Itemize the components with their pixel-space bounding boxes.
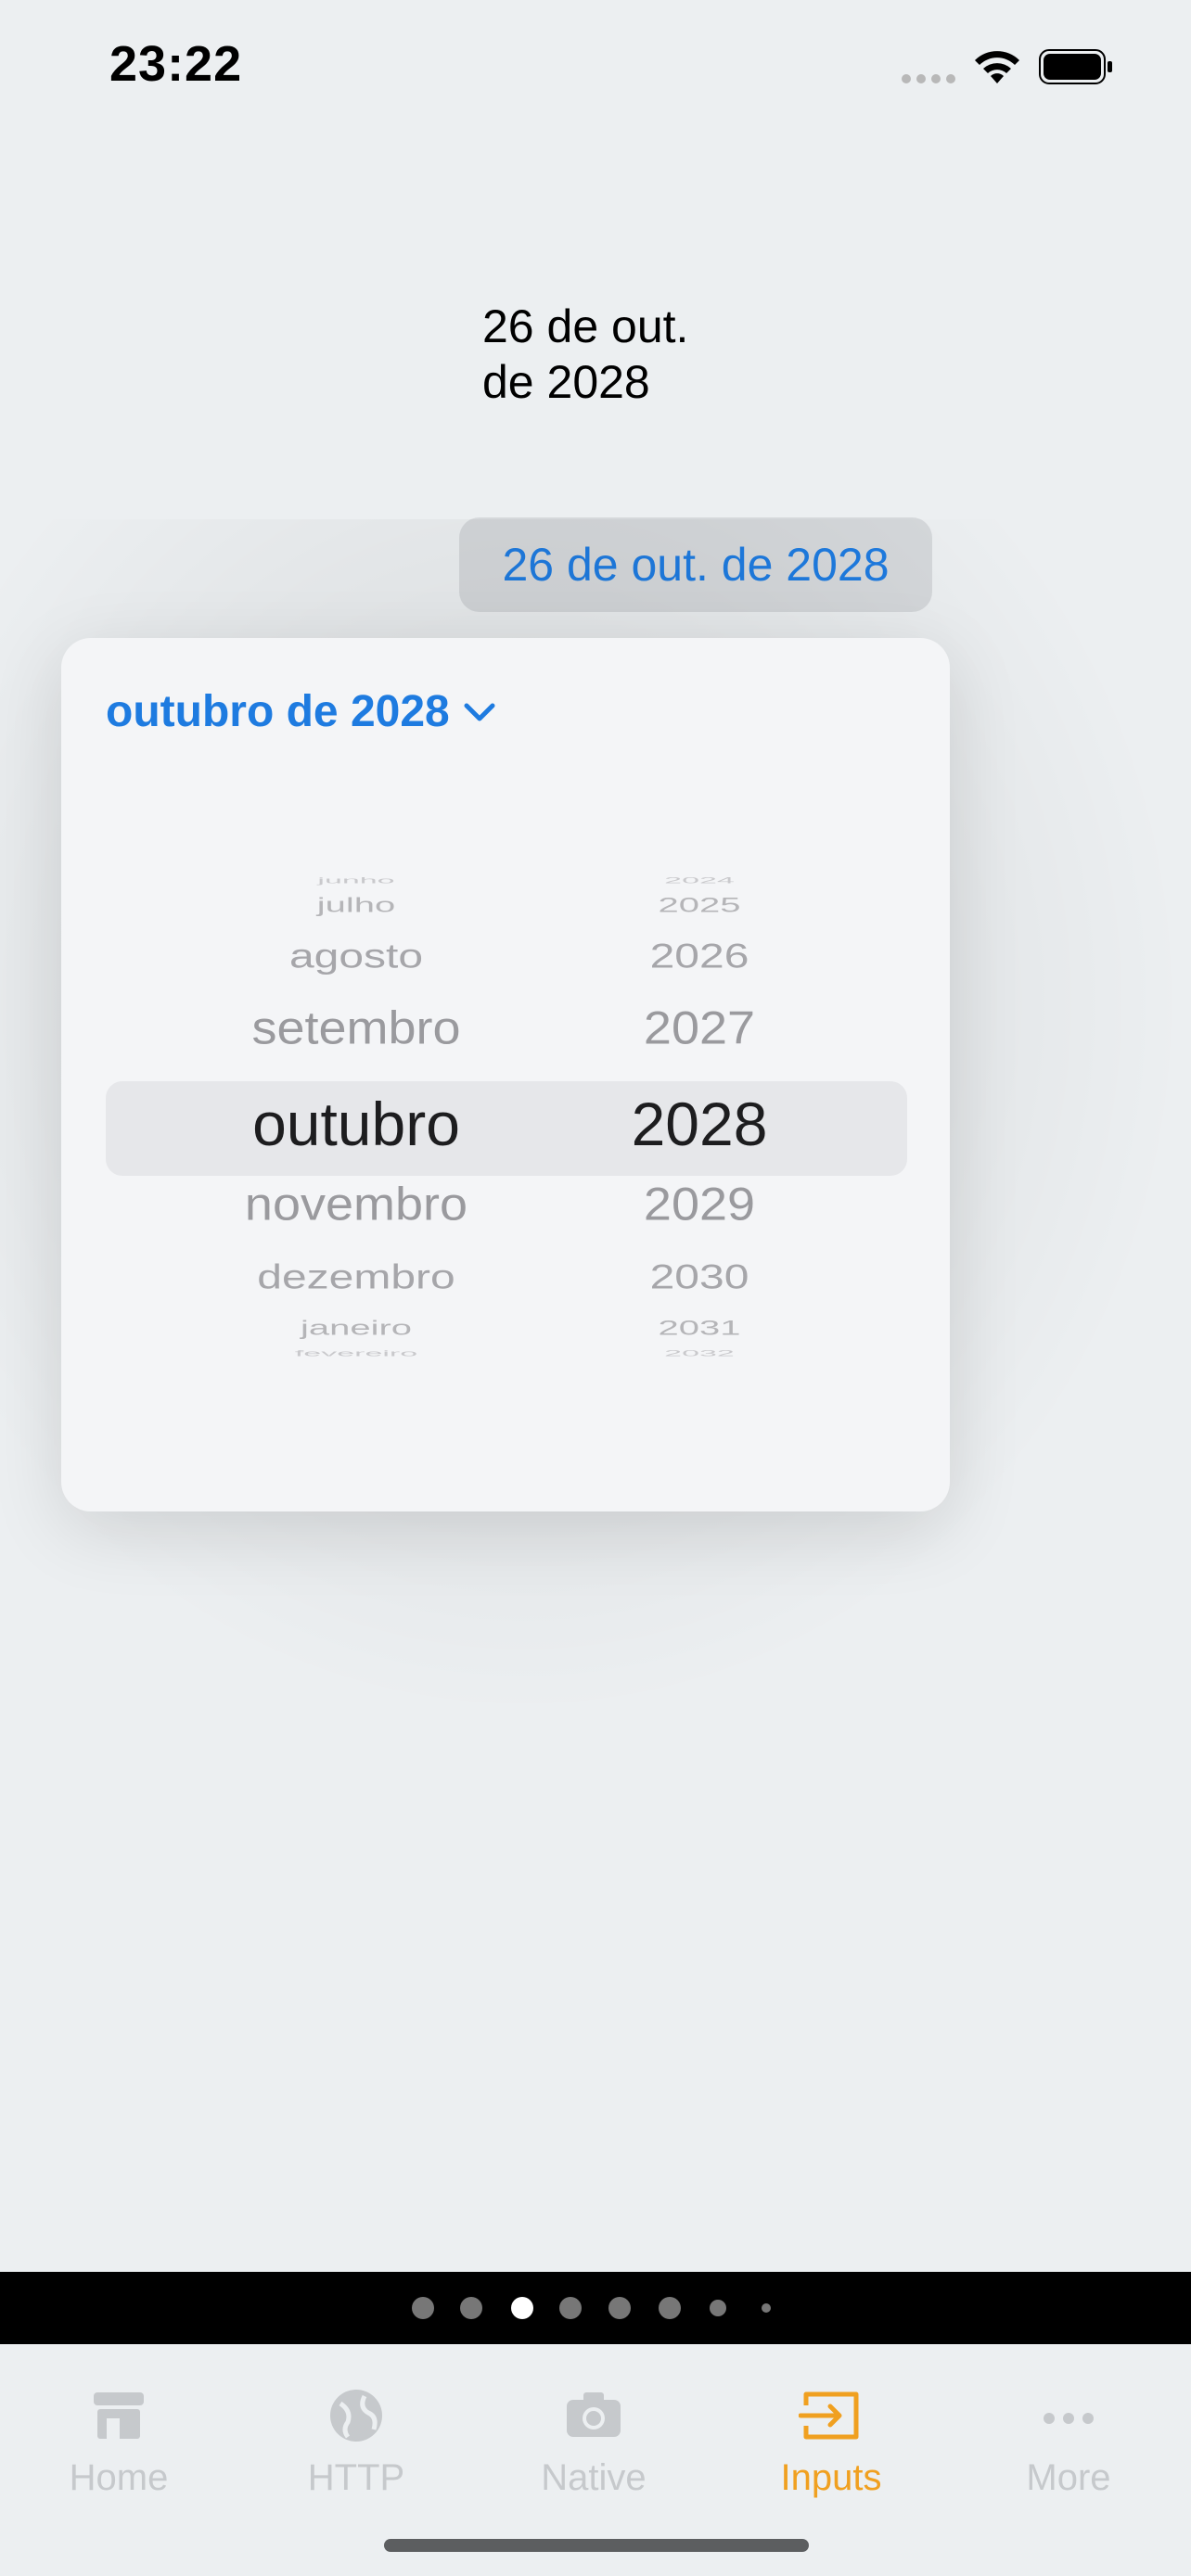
page-dot[interactable] [412,2297,434,2319]
year-option[interactable]: 2026 [570,937,829,976]
page-dot[interactable] [460,2297,482,2319]
month-wheel[interactable]: junho julho agosto setembro outubro nove… [161,870,551,1371]
page-dot[interactable] [608,2297,631,2319]
month-year-title: outubro de 2028 [106,687,450,736]
cellular-signal-icon [902,74,955,83]
wifi-icon [975,51,1019,83]
month-year-popover: outubro de 2028 junho julho agosto setem… [61,638,950,1511]
status-bar: 23:22 [0,0,1191,139]
date-line-2: de 2028 [482,356,650,408]
tab-native[interactable]: Native [492,2363,696,2498]
tab-more-label: More [1026,2457,1111,2498]
page-dot-active[interactable] [511,2297,533,2319]
tab-inputs-label: Inputs [780,2457,882,2498]
year-option[interactable]: 2031 [570,1317,829,1340]
year-option-selected[interactable]: 2028 [570,1089,829,1159]
date-picker-button[interactable]: 26 de out. de 2028 [459,517,932,612]
tab-inputs[interactable]: Inputs [729,2363,933,2498]
page-dot[interactable] [710,2300,726,2316]
month-option[interactable]: agosto [161,937,551,976]
page-dot[interactable] [659,2297,681,2319]
page-dots[interactable] [0,2272,1191,2344]
year-option[interactable]: 2025 [570,894,829,917]
year-option[interactable]: 2029 [570,1178,829,1231]
month-option[interactable]: fevereiro [161,1348,551,1358]
page-indicator-bar [0,2272,1191,2344]
tab-http-label: HTTP [307,2457,405,2498]
month-year-toggle[interactable]: outubro de 2028 [106,686,498,737]
storefront-icon [94,2392,144,2439]
month-option[interactable]: novembro [161,1178,551,1231]
month-option[interactable]: dezembro [161,1257,551,1297]
year-option[interactable]: 2024 [570,875,829,886]
chevron-down-icon [464,703,495,721]
status-time: 23:22 [109,36,243,92]
year-option[interactable]: 2027 [570,1001,829,1054]
date-line-1: 26 de out. [482,300,689,352]
ellipsis-icon [1044,2413,1094,2424]
month-option[interactable]: junho [161,875,551,886]
page-dot[interactable] [762,2303,771,2313]
tab-home[interactable]: Home [17,2363,221,2498]
month-option[interactable]: janeiro [161,1317,551,1340]
month-option-selected[interactable]: outubro [161,1089,551,1159]
tab-more[interactable]: More [967,2363,1171,2498]
input-arrow-icon [799,2391,859,2440]
globe-icon [330,2390,382,2442]
year-option[interactable]: 2030 [570,1257,829,1297]
home-indicator [384,2539,809,2552]
month-option[interactable]: julho [161,894,551,917]
tab-home-label: Home [69,2457,169,2498]
year-option[interactable]: 2032 [570,1348,829,1358]
battery-icon [1039,49,1112,84]
tab-http[interactable]: HTTP [254,2363,458,2498]
month-option[interactable]: setembro [161,1001,551,1054]
tab-native-label: Native [541,2457,647,2498]
page-dot[interactable] [559,2297,582,2319]
selected-date-text: 26 de out. de 2028 [482,299,688,410]
year-wheel[interactable]: 2024 2025 2026 2027 2028 2029 2030 2031 … [570,870,829,1371]
month-year-wheel[interactable]: junho julho agosto setembro outubro nove… [106,870,907,1371]
camera-icon [567,2392,621,2437]
